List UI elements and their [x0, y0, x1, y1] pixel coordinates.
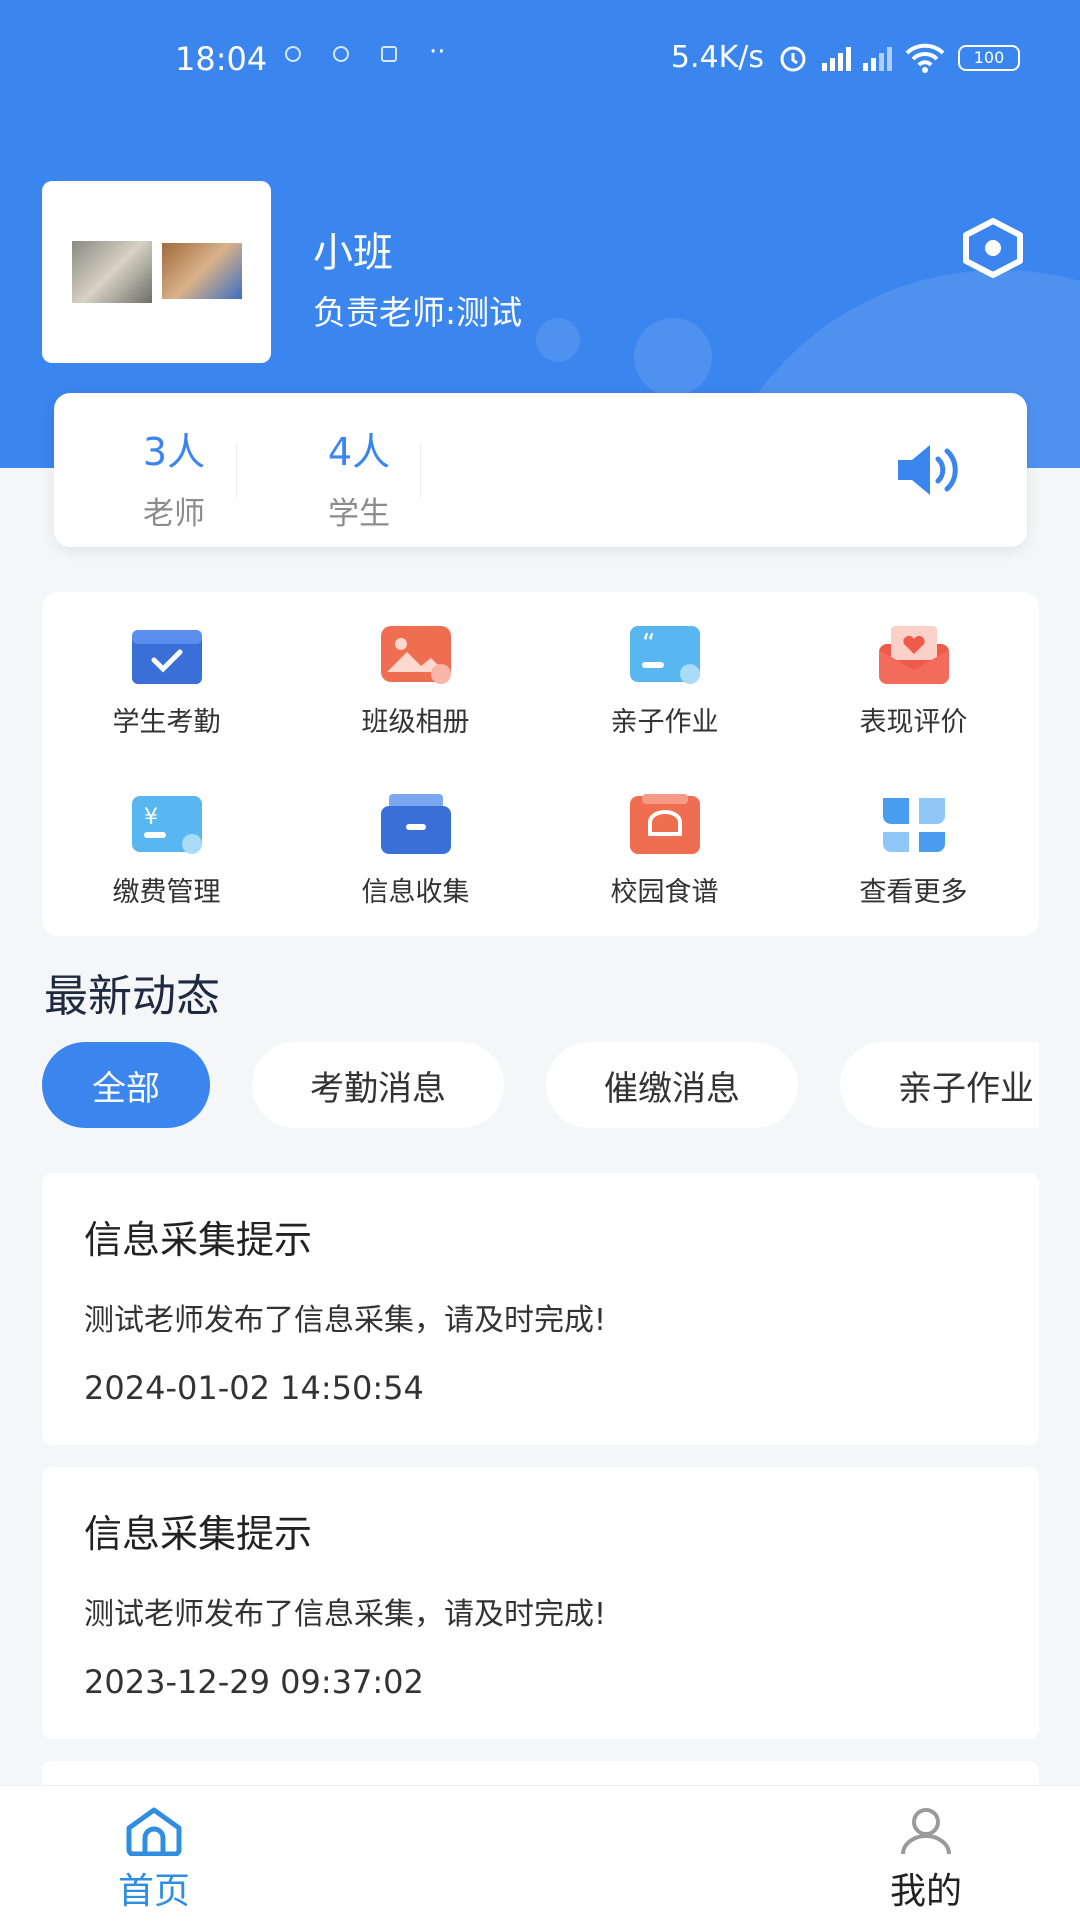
- bottom-tab-bar: 首页 我的: [0, 1785, 1080, 1921]
- grid-item-label: 班级相册: [361, 707, 470, 738]
- filter-payment-reminder[interactable]: 催缴消息: [546, 1042, 798, 1128]
- class-teacher: 负责老师:测试: [313, 293, 523, 332]
- svg-text:¥: ¥: [144, 805, 158, 830]
- class-avatar[interactable]: [42, 181, 271, 363]
- filter-attendance[interactable]: 考勤消息: [252, 1042, 504, 1128]
- function-grid: 学生考勤 班级相册 “ 亲子作业 表现评价 ¥ 缴费管理 信息收集 校园食谱 查…: [42, 592, 1039, 936]
- grid-item-label: 校园食谱: [610, 877, 719, 908]
- news-title: 信息采集提示: [84, 1512, 313, 1556]
- news-card[interactable]: 信息采集提示 测试老师发布了信息采集，请及时完成! 2023-12-29 09:…: [42, 1467, 1039, 1739]
- status-bar: 18:04 ·· 5.4K/s 100: [0, 0, 1080, 120]
- teacher-count[interactable]: 3人 老师: [104, 421, 244, 533]
- album-icon: [380, 626, 451, 684]
- grid-item-homework[interactable]: “ 亲子作业: [540, 622, 789, 739]
- filter-all[interactable]: 全部: [42, 1042, 210, 1128]
- home-icon: [126, 1807, 182, 1857]
- filter-tabs: 全部 考勤消息 催缴消息 亲子作业: [42, 1042, 1039, 1130]
- tab-home-label: 首页: [117, 1871, 190, 1912]
- notification-icon: [285, 46, 301, 62]
- network-speed: 5.4K/s: [670, 40, 764, 75]
- evaluation-icon: [878, 626, 949, 684]
- divider: [420, 443, 421, 499]
- alarm-icon: [780, 46, 806, 71]
- news-title: 信息采集提示: [84, 1218, 313, 1262]
- news-time: 2023-12-29 09:37:02: [84, 1663, 424, 1701]
- student-count-label: 学生: [328, 496, 390, 532]
- menu-icon: [629, 794, 700, 854]
- status-time: 18:04: [175, 40, 268, 78]
- more-notifications-icon: ··: [429, 37, 446, 67]
- user-icon: [901, 1808, 951, 1855]
- homework-icon: “: [629, 626, 700, 684]
- settings-icon[interactable]: [960, 218, 1026, 278]
- decor-bubble: [536, 318, 580, 362]
- speaker-icon[interactable]: [894, 439, 964, 501]
- news-desc: 测试老师发布了信息采集，请及时完成!: [84, 1597, 607, 1632]
- more-icon: [882, 798, 945, 852]
- grid-item-collection[interactable]: 信息收集: [291, 792, 540, 909]
- svg-text:“: “: [642, 629, 655, 659]
- battery-icon: 100: [958, 44, 1020, 71]
- grid-item-label: 学生考勤: [112, 707, 221, 738]
- class-name: 小班: [313, 230, 393, 276]
- class-photo-1: [72, 241, 152, 303]
- divider: [236, 443, 237, 499]
- collection-icon: [380, 794, 451, 854]
- news-time: 2024-01-02 14:50:54: [84, 1369, 424, 1407]
- grid-item-album[interactable]: 班级相册: [291, 622, 540, 739]
- signal-icon: [822, 45, 851, 71]
- grid-item-label: 缴费管理: [112, 877, 221, 908]
- grid-item-label: 查看更多: [859, 877, 968, 908]
- student-count-value: 4人: [327, 430, 391, 474]
- notification-icon: [333, 46, 349, 62]
- grid-item-menu[interactable]: 校园食谱: [540, 792, 789, 909]
- section-title: 最新动态: [44, 971, 220, 1022]
- class-photo-2: [162, 243, 242, 299]
- grid-item-attendance[interactable]: 学生考勤: [42, 622, 291, 739]
- battery-level: 100: [973, 48, 1005, 67]
- news-desc: 测试老师发布了信息采集，请及时完成!: [84, 1303, 607, 1338]
- grid-item-more[interactable]: 查看更多: [789, 792, 1038, 909]
- grid-item-label: 亲子作业: [610, 707, 719, 738]
- notification-icon: [381, 46, 397, 62]
- class-stats-card: 3人 老师 4人 学生: [54, 393, 1027, 547]
- student-count[interactable]: 4人 学生: [289, 421, 429, 533]
- filter-homework[interactable]: 亲子作业: [840, 1042, 1039, 1128]
- wifi-icon: [905, 43, 945, 73]
- grid-item-label: 表现评价: [859, 707, 968, 738]
- tab-mine-label: 我的: [889, 1871, 962, 1912]
- payment-icon: ¥: [131, 796, 202, 854]
- decor-bubble: [634, 318, 712, 396]
- news-card[interactable]: 信息采集提示 测试老师发布了信息采集，请及时完成! 2024-01-02 14:…: [42, 1173, 1039, 1445]
- grid-item-evaluation[interactable]: 表现评价: [789, 622, 1038, 739]
- teacher-count-value: 3人: [142, 430, 206, 474]
- attendance-icon: [131, 630, 202, 684]
- grid-item-payment[interactable]: ¥ 缴费管理: [42, 792, 291, 909]
- signal-icon: [863, 45, 892, 71]
- tab-home[interactable]: 首页: [74, 1806, 234, 1914]
- notification-icons: ··: [285, 37, 446, 67]
- tab-mine[interactable]: 我的: [846, 1806, 1006, 1914]
- teacher-count-label: 老师: [143, 496, 205, 532]
- grid-item-label: 信息收集: [361, 877, 470, 908]
